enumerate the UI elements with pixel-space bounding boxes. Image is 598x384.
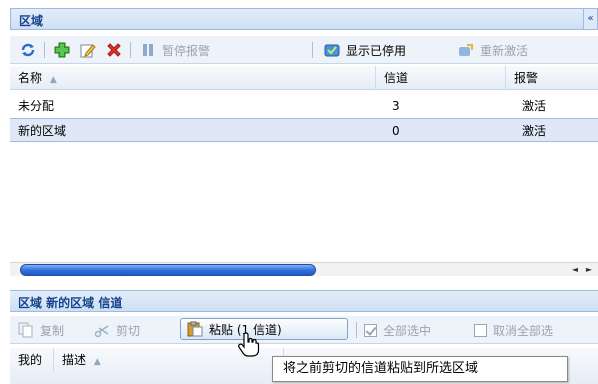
sort-ascending-icon: ▲ (93, 357, 101, 367)
select-all-label: 全部选中 (383, 323, 432, 338)
zones-panel-header: 区域 « (10, 8, 598, 30)
paste-button[interactable]: 粘贴 (1 信道) (180, 318, 348, 340)
zone-channels-panel-title: 区域 新的区域 信道 (18, 296, 123, 310)
pause-alarm-label: 暂停报警 (162, 43, 211, 58)
column-header-mine-label: 我的 (18, 353, 43, 367)
edit-zone-button[interactable] (80, 41, 96, 59)
column-header-channels[interactable]: 信道 (376, 66, 506, 90)
unchecked-checkbox-icon (474, 323, 487, 337)
zone-channels-panel-header: 区域 新的区域 信道 (10, 290, 598, 312)
horizontal-scrollbar[interactable]: ◄ ► (10, 262, 598, 276)
copy-label: 复制 (40, 323, 65, 338)
edit-icon (80, 44, 96, 58)
column-header-mine[interactable]: 我的 (10, 348, 54, 372)
show-disabled-label: 显示已停用 (346, 43, 407, 58)
column-header-alarm[interactable]: 报警 (506, 66, 598, 90)
scissors-icon (94, 325, 109, 338)
table-row[interactable]: 未分配 3 激活 (10, 94, 598, 118)
paste-icon (187, 321, 203, 337)
column-header-alarm-label: 报警 (514, 71, 539, 85)
add-icon (54, 42, 70, 58)
zones-panel-title: 区域 (19, 14, 44, 28)
column-header-channels-label: 信道 (384, 71, 409, 85)
toolbar-separator (44, 42, 45, 58)
scroll-left-icon[interactable]: ◄ (568, 264, 582, 276)
zone-alarm-cell: 激活 (522, 124, 547, 138)
refresh-button[interactable] (20, 41, 36, 59)
scroll-right-icon[interactable]: ► (582, 264, 596, 276)
pause-icon (143, 44, 153, 56)
scrollbar-thumb[interactable] (20, 264, 316, 276)
zones-grid-header: 名称 ▲ 信道 报警 (10, 66, 598, 90)
hand-cursor-icon (238, 332, 260, 357)
copy-button[interactable]: 复制 (18, 321, 64, 339)
deselect-all-button[interactable]: 取消全部选 (474, 321, 553, 339)
select-all-button[interactable]: 全部选中 (364, 321, 431, 339)
reactivate-icon (459, 44, 473, 56)
column-header-description-label: 描述 (62, 353, 87, 367)
delete-zone-button[interactable] (106, 41, 122, 59)
cut-label: 剪切 (116, 323, 141, 338)
double-chevron-left-icon: « (587, 13, 594, 24)
paste-tooltip: 将之前剪切的信道粘贴到所选区域 (272, 356, 568, 382)
reactivate-button[interactable]: 重新激活 (458, 41, 528, 59)
zone-alarm-cell: 激活 (522, 99, 547, 113)
deselect-all-label: 取消全部选 (493, 323, 554, 338)
collapse-panel-button[interactable]: « (583, 9, 597, 29)
show-disabled-icon (324, 44, 340, 57)
show-disabled-button[interactable]: 显示已停用 (324, 41, 406, 59)
reactivate-label: 重新激活 (480, 43, 529, 58)
column-header-name[interactable]: 名称 ▲ (10, 66, 376, 90)
checked-checkbox-icon (364, 323, 377, 337)
toolbar-separator (312, 42, 313, 58)
delete-icon (107, 43, 121, 57)
zone-name-cell: 未分配 (18, 99, 55, 113)
column-header-name-label: 名称 (18, 71, 43, 85)
pause-alarm-button[interactable]: 暂停报警 (140, 41, 210, 59)
zones-toolbar: 暂停报警 显示已停用 重新激活 (10, 36, 598, 64)
table-row-selected[interactable]: 新的区域 0 激活 (10, 118, 598, 142)
zone-channels-cell: 3 (392, 99, 400, 113)
channels-toolbar: 复制 剪切 粘贴 (1 信道) 全部选中 取消全部选 (10, 316, 598, 344)
copy-icon (18, 322, 33, 338)
toolbar-separator (356, 322, 357, 338)
add-zone-button[interactable] (54, 41, 70, 59)
refresh-icon (21, 43, 35, 57)
toolbar-separator (130, 42, 131, 58)
zone-channels-cell: 0 (392, 124, 400, 138)
sort-ascending-icon: ▲ (49, 75, 57, 85)
zone-name-cell: 新的区域 (18, 124, 67, 138)
cut-button[interactable]: 剪切 (94, 321, 140, 339)
